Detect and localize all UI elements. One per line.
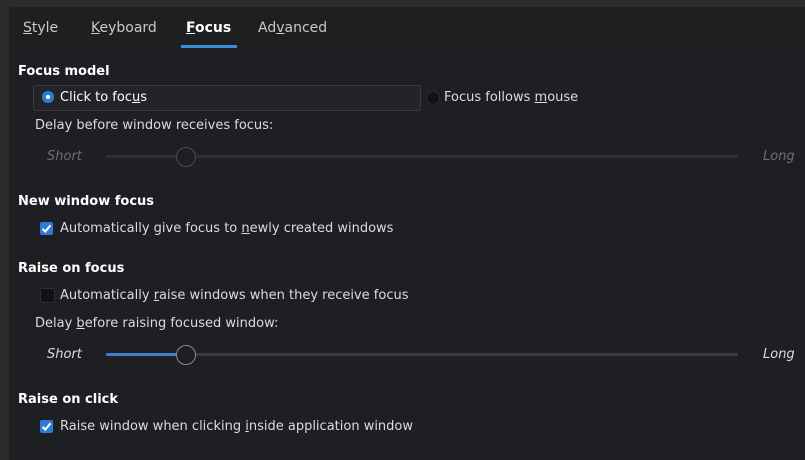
tab-focus[interactable]: Focus bbox=[186, 20, 231, 36]
checkmark-icon bbox=[41, 224, 52, 233]
window-focus-settings: Style Keyboard Focus Advanced Focus mode… bbox=[9, 7, 805, 460]
auto-focus-new-windows-label: Automatically give focus to newly create… bbox=[60, 221, 394, 236]
auto-raise-checkbox[interactable] bbox=[40, 288, 55, 303]
raise-delay-slider-fill bbox=[106, 353, 184, 356]
focus-follows-mouse-label: Focus follows mouse bbox=[444, 90, 579, 105]
focus-delay-min-label: Short bbox=[47, 149, 82, 164]
focus-delay-label: Delay before window receives focus: bbox=[35, 118, 274, 133]
focus-model-heading: Focus model bbox=[18, 64, 110, 79]
focus-delay-slider-handle[interactable] bbox=[176, 147, 196, 167]
raise-on-click-label: Raise window when clicking inside applic… bbox=[60, 419, 414, 434]
focus-delay-max-label: Long bbox=[763, 149, 795, 164]
raise-on-focus-heading: Raise on focus bbox=[18, 261, 125, 276]
raise-delay-slider-track[interactable] bbox=[106, 353, 738, 356]
focus-delay-slider-track[interactable] bbox=[106, 155, 738, 158]
auto-raise-label: Automatically raise windows when they re… bbox=[60, 288, 409, 303]
raise-delay-label: Delay before raising focused window: bbox=[35, 316, 279, 331]
tab-style[interactable]: Style bbox=[23, 20, 58, 36]
tab-advanced[interactable]: Advanced bbox=[258, 20, 327, 36]
raise-on-click-heading: Raise on click bbox=[18, 392, 119, 407]
raise-delay-max-label: Long bbox=[763, 347, 795, 362]
click-to-focus-label: Click to focus bbox=[60, 90, 148, 105]
auto-focus-new-windows-checkbox[interactable] bbox=[40, 222, 53, 235]
checkmark-icon bbox=[41, 422, 52, 431]
tab-keyboard[interactable]: Keyboard bbox=[91, 20, 157, 36]
raise-delay-min-label: Short bbox=[47, 347, 82, 362]
raise-delay-slider-handle[interactable] bbox=[176, 345, 196, 365]
focus-follows-mouse-radio[interactable] bbox=[426, 91, 440, 105]
raise-on-click-checkbox[interactable] bbox=[40, 420, 53, 433]
new-window-focus-heading: New window focus bbox=[18, 194, 155, 209]
tab-bar: Style Keyboard Focus Advanced bbox=[9, 7, 805, 48]
click-to-focus-radio[interactable] bbox=[42, 91, 54, 103]
